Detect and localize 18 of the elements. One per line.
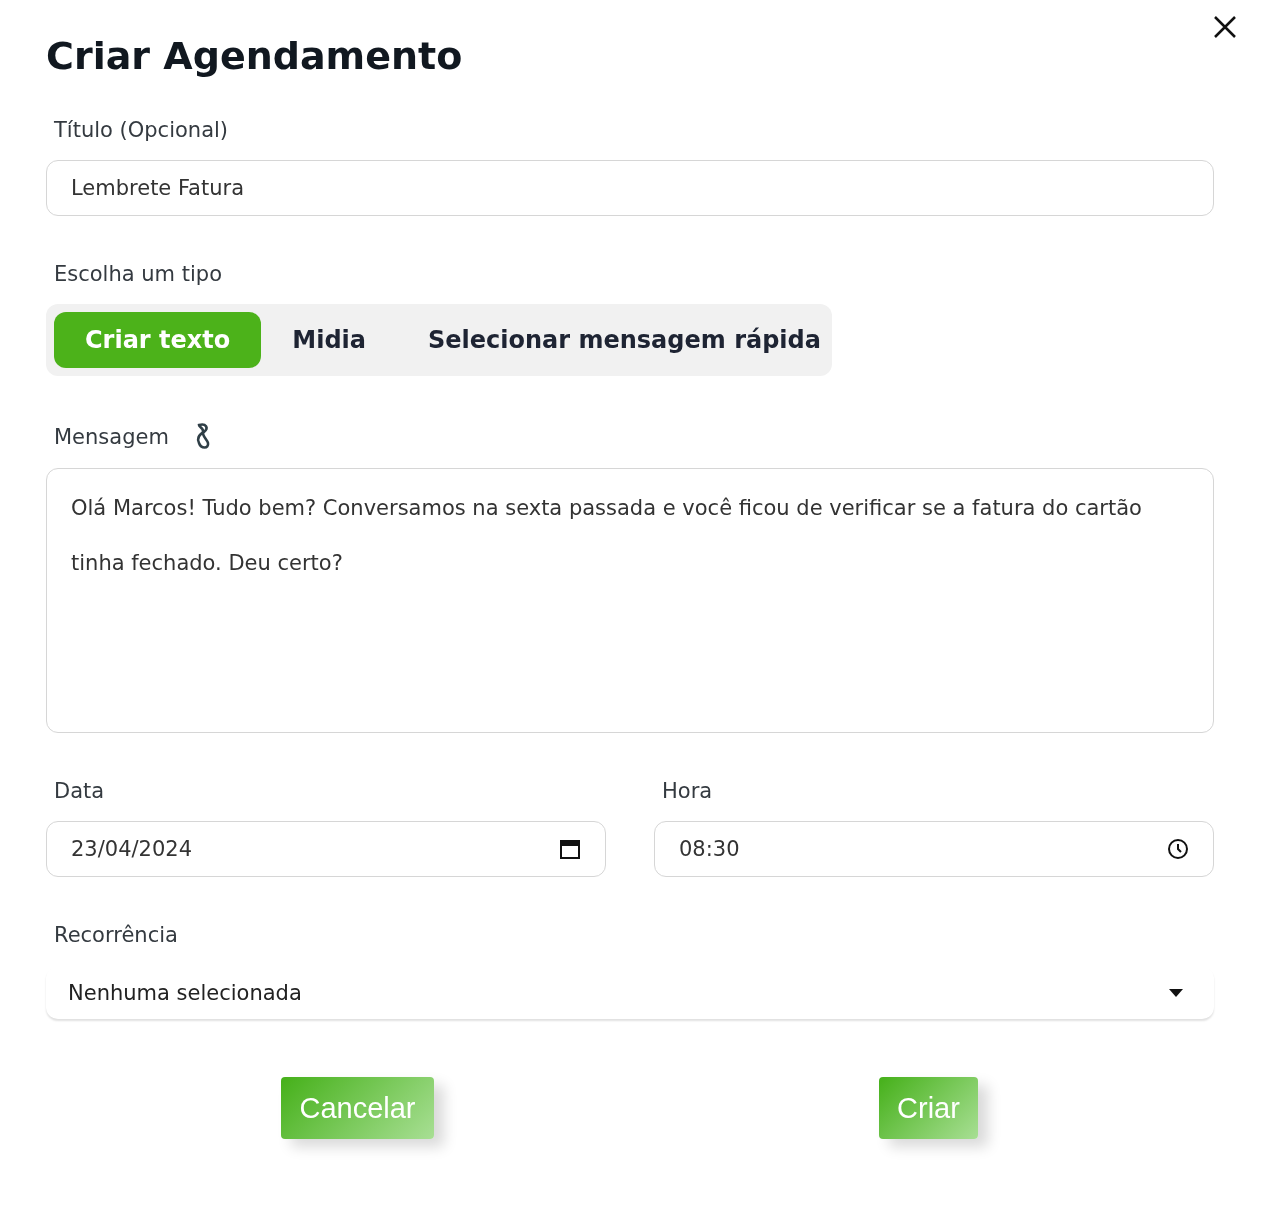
field-label: Recorrência [54,923,178,947]
type-tab[interactable]: Midia [261,312,397,368]
close-icon [1212,14,1238,40]
field-label: Escolha um tipo [54,262,222,286]
message-textarea[interactable]: Olá Marcos! Tudo bem? Conversamos na sexta passada e você ficou de verificar se a fatura do cartão tinha fechado. Deu certo? [46,468,1214,733]
calendar-icon[interactable] [559,838,581,860]
field-label: Título (Opcional) [54,118,230,142]
date-field[interactable]: 23/04/2024 [46,821,606,877]
type-tab[interactable]: Selecionar mensagem rápida [397,312,852,368]
field-label: Mensagem [54,425,169,449]
field-label: Data [54,779,106,803]
caret-icon [1168,988,1184,998]
dialog-title: Criar Agendamento [46,34,464,78]
title-input[interactable]: Lembrete Fatura [46,160,1214,216]
field-label: Hora [662,779,714,803]
clock-icon[interactable] [1167,838,1189,860]
time-field[interactable]: 08:30 [654,821,1214,877]
recurrence-select[interactable]: Nenhuma selecionada [46,967,1214,1019]
